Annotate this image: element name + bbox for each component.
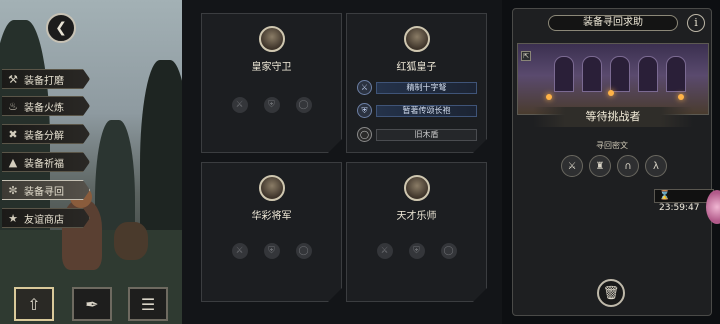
hero-name: 天才乐师 [396, 211, 437, 222]
sidebar-item-label: 装备打磨 [24, 75, 64, 87]
sidebar-item-friendship-shop[interactable]: ★ 友谊商店 [2, 208, 90, 228]
panel-title: 装备寻回求助 [548, 15, 678, 31]
hero-card-fox-prince[interactable]: 红狐皇子 ⚔ 精制十字弩 ⛨ 暂著传颂长袍 ◯ 旧木盾 [346, 13, 487, 153]
spiral-icon: ✼ [8, 183, 18, 197]
break-icon: ✖ [8, 127, 18, 141]
upload-icon: ⇧ [27, 294, 41, 314]
retrieve-help-panel: 装备寻回求助 i ⇱ 等待挑战者 寻回密文 ⚔ ♜ ∩ λ 🗑 [512, 8, 712, 316]
shield-slot-icon[interactable]: ◯ [440, 243, 457, 259]
hero-card-royal-guard[interactable]: 皇家守卫 ⚔ ⛨ ◯ [201, 13, 342, 153]
hero-portrait [259, 175, 285, 201]
equipment-name: 精制十字弩 [376, 81, 477, 94]
list-icon: ☰ [140, 294, 156, 314]
equipment-item[interactable]: ⛨ 暂著传颂长袍 [357, 103, 477, 118]
back-button[interactable]: ❮ [46, 13, 76, 43]
hero-name: 华彩将军 [251, 211, 292, 222]
chevron-left-icon: ❮ [55, 20, 67, 36]
equipment-name: 暂著传颂长袍 [376, 104, 477, 117]
timer-value: 23:59:47 [659, 203, 700, 213]
hero-name: 红狐皇子 [396, 62, 437, 73]
shield-icon: ◯ [357, 127, 372, 142]
weapon-slot-icon[interactable]: ⚔ [231, 97, 248, 113]
flame-icon: ♨ [8, 99, 18, 113]
rune-row: ⚔ ♜ ∩ λ [561, 155, 667, 177]
info-button[interactable]: i [687, 14, 705, 32]
pray-icon: ▲ [8, 155, 18, 169]
rune-crossbow-icon[interactable]: ⚔ [561, 155, 583, 177]
companion-figure [114, 222, 148, 260]
sidebar-item-label: 友谊商店 [24, 214, 64, 226]
sidebar-item-polish[interactable]: ⚒ 装备打磨 [2, 69, 90, 89]
sidebar-item-label: 装备祈福 [24, 158, 64, 170]
equipment-item[interactable]: ⚔ 精制十字弩 [357, 80, 477, 95]
hero-card-general[interactable]: 华彩将军 ⚔ ⛨ ◯ [201, 162, 342, 302]
sidebar-item-retrieve[interactable]: ✼ 装备寻回 [2, 180, 90, 200]
fox-icon: ★ [8, 211, 18, 225]
robe-icon: ⛨ [357, 103, 372, 118]
hero-portrait [259, 26, 285, 52]
sidebar-item-label: 装备分解 [24, 130, 64, 142]
sidebar-item-forge[interactable]: ♨ 装备火炼 [2, 96, 90, 116]
trash-icon: 🗑 [602, 285, 620, 301]
weapon-slot-icon[interactable]: ⚔ [231, 243, 248, 259]
rune-figure-icon[interactable]: λ [645, 155, 667, 177]
weapon-slot-icon[interactable]: ⚔ [376, 243, 393, 259]
countdown-timer: ⌛ 23:59:47 [654, 189, 714, 213]
trash-button[interactable]: 🗑 [597, 279, 625, 307]
hero-portrait [404, 26, 430, 52]
collapse-icon[interactable]: ⇱ [521, 51, 531, 61]
upload-button[interactable]: ⇧ [14, 287, 54, 321]
hero-card-musician[interactable]: 天才乐师 ⚔ ⛨ ◯ [346, 162, 487, 302]
armor-slot-icon[interactable]: ⛨ [408, 243, 425, 259]
shield-slot-icon[interactable]: ◯ [295, 97, 312, 113]
armor-slot-icon[interactable]: ⛨ [263, 243, 280, 259]
sidebar-item-bless[interactable]: ▲ 装备祈福 [2, 152, 90, 172]
rune-arch-icon[interactable]: ∩ [617, 155, 639, 177]
feather-icon: ✒ [85, 294, 99, 314]
rune-boot-icon[interactable]: ♜ [589, 155, 611, 177]
hammer-icon: ⚒ [8, 72, 18, 86]
sidebar-item-label: 装备寻回 [24, 186, 64, 198]
hero-name: 皇家守卫 [251, 62, 292, 73]
feather-button[interactable]: ✒ [72, 287, 112, 321]
crossbow-icon: ⚔ [357, 80, 372, 95]
hall-image [517, 43, 709, 115]
list-button[interactable]: ☰ [128, 287, 168, 321]
sidebar-item-label: 装备火炼 [24, 102, 64, 114]
armor-slot-icon[interactable]: ⛨ [263, 97, 280, 113]
hero-portrait [404, 175, 430, 201]
secret-code-label: 寻回密文 [596, 141, 628, 150]
status-text: 等待挑战者 [533, 107, 693, 127]
shield-slot-icon[interactable]: ◯ [295, 243, 312, 259]
equipment-name: 旧木盾 [376, 128, 477, 141]
hourglass-icon: ⌛ [659, 191, 671, 201]
sidebar-item-dismantle[interactable]: ✖ 装备分解 [2, 124, 90, 144]
equipment-item[interactable]: ◯ 旧木盾 [357, 127, 477, 142]
